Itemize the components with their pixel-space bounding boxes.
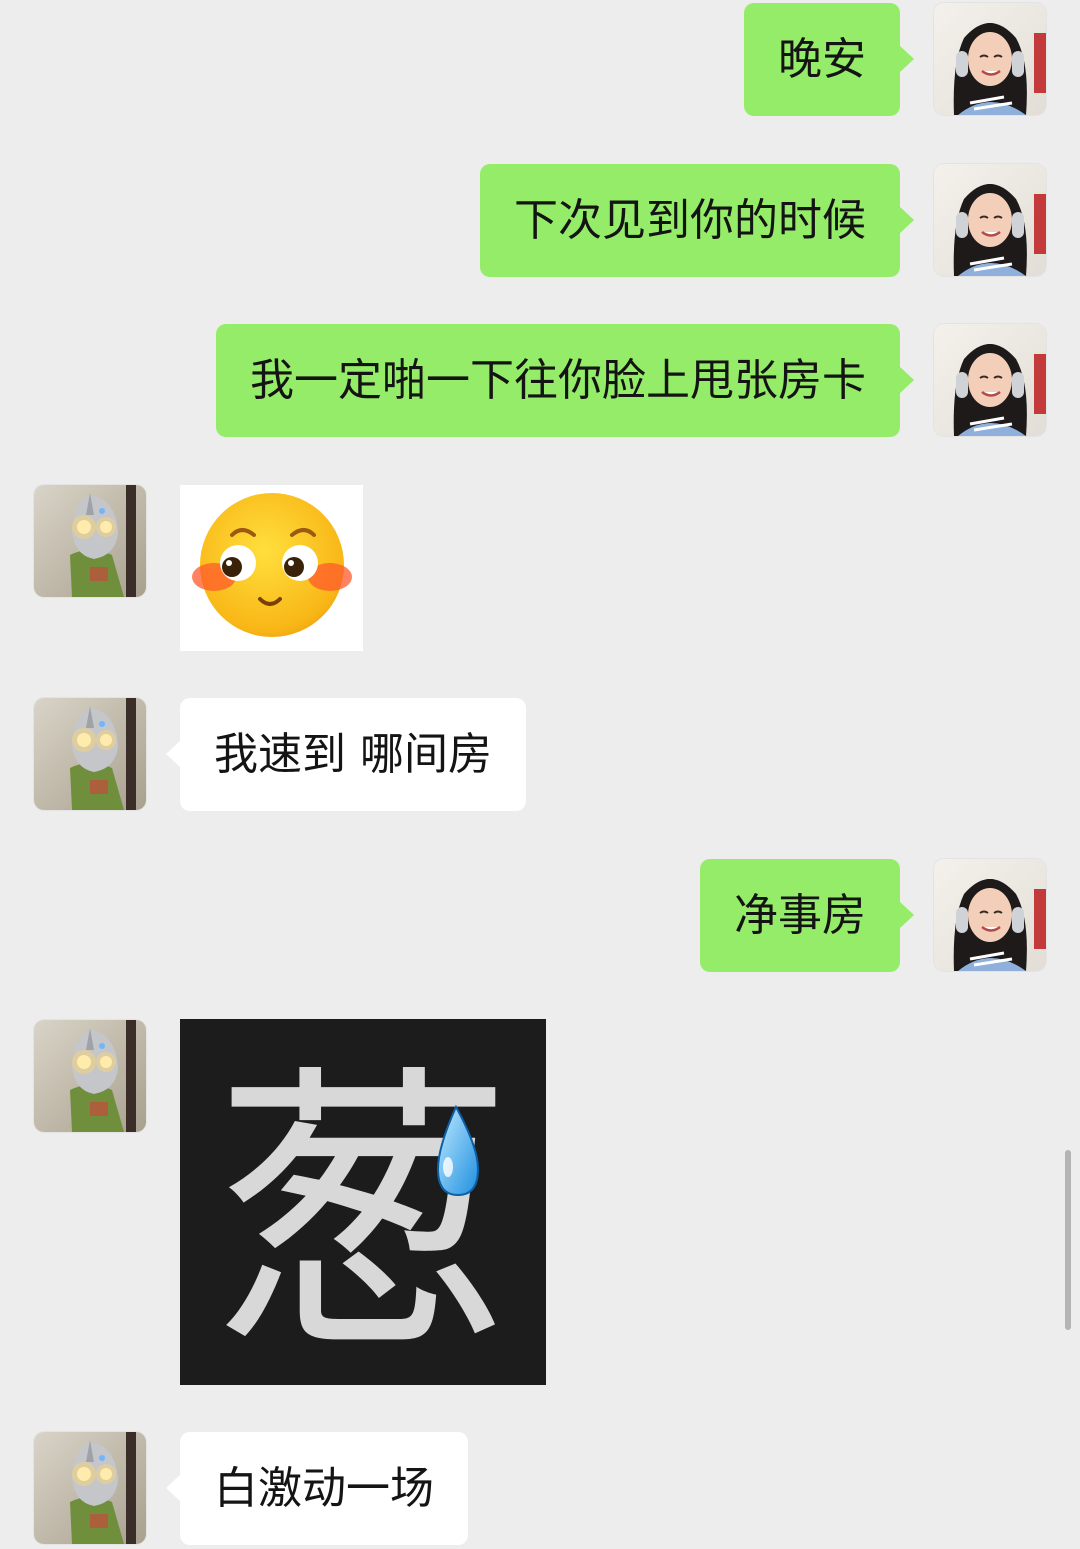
girl-headphones-avatar-icon [934,164,1046,276]
girl-headphones-avatar-icon [934,3,1046,115]
my-avatar[interactable] [934,164,1046,276]
message-text: 我速到 哪间房 [214,729,492,780]
sticker-message[interactable]: 葱 [180,1019,546,1385]
cong-character-sweat-drop-icon: 葱 [213,1041,513,1385]
message-text: 晚安 [778,34,866,85]
scrollbar[interactable] [1065,1150,1071,1330]
girl-headphones-avatar-icon [934,324,1046,436]
hero-mask-avatar-icon [34,698,146,810]
message-bubble-sent[interactable]: 我一定啪一下往你脸上甩张房卡 [216,324,914,437]
message-text: 我一定啪一下往你脸上甩张房卡 [250,355,866,406]
message-bubble-sent[interactable]: 晚安 [744,3,914,116]
my-avatar[interactable] [934,859,1046,971]
message-text: 白激动一场 [214,1463,434,1514]
hero-mask-avatar-icon [34,1020,146,1132]
hero-mask-avatar-icon [34,1432,146,1544]
contact-avatar[interactable] [34,1020,146,1132]
girl-headphones-avatar-icon [934,859,1046,971]
my-avatar[interactable] [934,3,1046,115]
my-avatar[interactable] [934,324,1046,436]
blushing-face-emoji-icon [192,493,352,637]
message-text: 下次见到你的时候 [514,195,866,246]
message-text: 净事房 [734,890,866,941]
message-bubble-received[interactable]: 我速到 哪间房 [166,698,526,811]
sticker-character: 葱 [213,1041,513,1385]
message-bubble-sent[interactable]: 下次见到你的时候 [480,164,914,277]
hero-mask-avatar-icon [34,485,146,597]
sticker-message[interactable] [180,485,363,651]
message-bubble-received[interactable]: 白激动一场 [166,1432,468,1545]
contact-avatar[interactable] [34,698,146,810]
contact-avatar[interactable] [34,1432,146,1544]
contact-avatar[interactable] [34,485,146,597]
message-bubble-sent[interactable]: 净事房 [700,859,914,972]
